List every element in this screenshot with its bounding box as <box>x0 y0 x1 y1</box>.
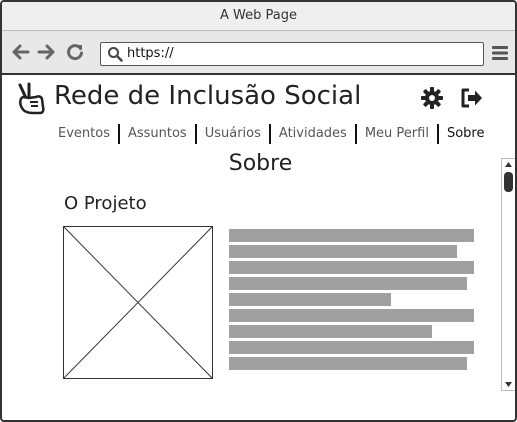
main-tabs: Eventos Assuntos Usuários Atividades Meu… <box>50 123 492 145</box>
url-text[interactable]: https:// <box>127 46 174 61</box>
text-line-placeholder <box>229 261 474 274</box>
reload-icon <box>67 44 83 61</box>
vertical-scrollbar[interactable] <box>501 158 515 391</box>
tab-atividades[interactable]: Atividades <box>268 124 355 144</box>
page-content: Rede de Inclusão Social Eventos Assuntos <box>2 75 515 420</box>
paragraph-placeholder <box>229 229 474 373</box>
scroll-thumb[interactable] <box>504 172 513 192</box>
tab-usuarios[interactable]: Usuários <box>194 124 269 144</box>
tab-assuntos[interactable]: Assuntos <box>117 124 195 144</box>
back-button[interactable] <box>11 42 31 62</box>
gear-icon[interactable] <box>420 86 444 110</box>
text-line-placeholder <box>229 277 467 290</box>
section-title: O Projeto <box>64 193 147 214</box>
page-title: Sobre <box>228 151 293 176</box>
text-line-placeholder <box>229 293 391 306</box>
tab-sobre[interactable]: Sobre <box>436 124 493 144</box>
text-line-placeholder <box>229 229 474 242</box>
browser-window: A Web Page https:// Rede de Inclusão Soc… <box>0 0 517 422</box>
text-line-placeholder <box>229 309 474 322</box>
arrow-right-icon <box>37 44 55 60</box>
text-line-placeholder <box>229 341 474 354</box>
window-title: A Web Page <box>2 2 515 31</box>
peace-hand-icon <box>18 82 45 115</box>
image-placeholder <box>63 226 213 379</box>
text-line-placeholder <box>229 325 432 338</box>
scroll-down-icon[interactable] <box>504 381 513 388</box>
reload-button[interactable] <box>65 42 85 62</box>
address-bar[interactable]: https:// <box>100 42 484 66</box>
tab-meu-perfil[interactable]: Meu Perfil <box>354 124 437 144</box>
search-icon <box>108 47 123 62</box>
text-line-placeholder <box>229 357 467 370</box>
arrow-left-icon <box>12 44 30 60</box>
site-title: Rede de Inclusão Social <box>54 81 362 111</box>
hamburger-menu-icon <box>492 46 508 60</box>
logout-icon[interactable] <box>460 87 484 109</box>
browser-toolbar: https:// <box>2 31 515 75</box>
scroll-up-icon[interactable] <box>504 161 513 168</box>
browser-menu-button[interactable] <box>491 44 509 62</box>
tab-eventos[interactable]: Eventos <box>50 124 118 144</box>
forward-button[interactable] <box>36 42 56 62</box>
text-line-placeholder <box>229 245 457 258</box>
